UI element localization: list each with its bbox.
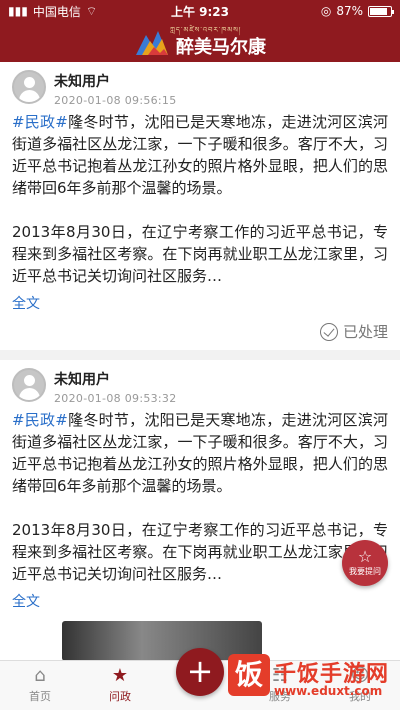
post-card[interactable]: 未知用户 2020-01-08 09:53:32 #民政#隆冬时节，沈阳已是天寒… (0, 360, 400, 660)
ask-question-button[interactable]: ☆ 我要提问 (342, 540, 388, 586)
battery-label: 87% (336, 4, 363, 18)
star-icon: ★ (111, 665, 129, 686)
post-paragraph-2: 2013年8月30日，在辽宁考察工作的习近平总书记，专程来到多福社区考察。在下岗… (12, 223, 388, 285)
lock-rotation-icon: ◎ (320, 4, 332, 18)
post-paragraph-1: 隆冬时节，沈阳已是天寒地冻，走进沈河区滨河街道多福社区丛龙江家，一下子暖和很多。… (12, 411, 388, 495)
post-feed[interactable]: 未知用户 2020-01-08 09:56:15 #民政#隆冬时节，沈阳已是天寒… (0, 62, 400, 660)
post-user-name: 未知用户 (54, 372, 110, 388)
post-paragraph-1: 隆冬时节，沈阳已是天寒地冻，走进沈河区滨河街道多福社区丛龙江家，一下子暖和很多。… (12, 113, 388, 197)
status-bar: ▮▮▮ 中国电信 ⌔ 上午 9:23 ◎ 87% (0, 0, 400, 22)
tab-wenzheng[interactable]: ★ 问政 (80, 661, 160, 710)
tab-mine[interactable]: ☺ 我的 (320, 661, 400, 710)
post-image[interactable] (62, 621, 262, 660)
post-time: 2020-01-08 09:56:15 (54, 94, 177, 107)
post-hashtag[interactable]: #民政# (12, 411, 68, 429)
post-hashtag[interactable]: #民政# (12, 113, 68, 131)
status-badge: 已处理 (12, 313, 388, 350)
post-body: #民政#隆冬时节，沈阳已是天寒地冻，走进沈河区滨河街道多福社区丛龙江家，一下子暖… (12, 111, 388, 287)
plus-icon: + (186, 652, 214, 690)
logo-mountain-icon (136, 31, 168, 55)
avatar[interactable] (12, 70, 46, 104)
user-icon: ☺ (350, 665, 370, 686)
signal-icon: ▮▮▮ (8, 4, 28, 18)
home-icon: ⌂ (34, 665, 46, 686)
status-label: 已处理 (342, 323, 388, 341)
tab-label: 服务 (269, 690, 291, 703)
post-time: 2020-01-08 09:53:32 (54, 392, 177, 405)
app-header: 醉美马尔康 ཀླད་མཛེས་འབར་ཁམས། (0, 22, 400, 62)
tab-label: 问政 (109, 690, 131, 703)
tab-service[interactable]: ☷ 服务 (240, 661, 320, 710)
post-paragraph-2: 2013年8月30日，在辽宁考察工作的习近平总书记，专程来到多福社区考察。在下岗… (12, 521, 388, 583)
add-post-button[interactable]: + (176, 648, 224, 696)
service-icon: ☷ (271, 665, 289, 686)
star-icon: ☆ (357, 547, 373, 566)
ask-question-label: 我要提问 (349, 567, 381, 576)
fulltext-link[interactable]: 全文 (12, 591, 40, 611)
tab-label: 首页 (29, 690, 51, 703)
post-user-name: 未知用户 (54, 74, 110, 90)
carrier-label: 中国电信 (32, 4, 81, 19)
tab-label: 我的 (349, 690, 371, 703)
check-circle-icon (319, 322, 338, 341)
battery-icon (368, 5, 394, 17)
avatar[interactable] (12, 368, 46, 402)
fulltext-link[interactable]: 全文 (12, 293, 40, 313)
post-divider (0, 350, 400, 360)
post-card[interactable]: 未知用户 2020-01-08 09:56:15 #民政#隆冬时节，沈阳已是天寒… (0, 62, 400, 360)
wifi-icon: ⌔ (85, 3, 98, 18)
post-body: #民政#隆冬时节，沈阳已是天寒地冻，走进沈河区滨河街道多福社区丛龙江家，一下子暖… (12, 409, 388, 585)
tab-home[interactable]: ⌂ 首页 (0, 661, 80, 710)
logo-subtitle: ཀླད་མཛེས་འབར་ཁམས། (170, 26, 242, 34)
